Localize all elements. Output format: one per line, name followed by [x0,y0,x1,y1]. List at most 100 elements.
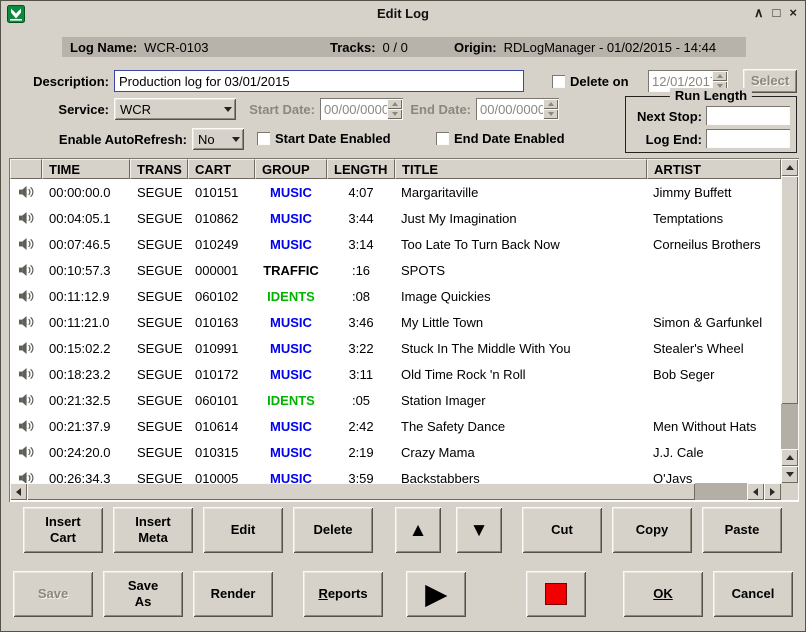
delete-on-checkbox[interactable] [552,75,565,88]
scroll-up-bottom-icon[interactable] [781,449,798,466]
cell-trans: SEGUE [130,393,188,408]
column-header-artist[interactable]: ARTIST [647,159,781,179]
shade-icon[interactable]: ∧ [754,5,764,21]
cell-artist: Corneilus Brothers [647,237,781,252]
table-row[interactable]: 00:21:37.9 SEGUE 010614 MUSIC 2:42 The S… [10,413,781,439]
start-date-label: Start Date: [241,102,315,117]
description-label: Description: [9,74,109,89]
cell-length: 3:11 [327,367,395,382]
speaker-icon [10,237,42,251]
paste-button[interactable]: Paste [702,507,782,553]
log-name-group: Log Name:WCR-0103 [70,40,208,55]
column-header-cart[interactable]: CART [188,159,255,179]
column-header-time[interactable]: TIME [42,159,130,179]
log-table-body[interactable]: 00:00:00.0 SEGUE 010151 MUSIC 4:07 Marga… [10,179,781,483]
cell-time: 00:21:32.5 [42,393,130,408]
reports-button[interactable]: Reports [303,571,383,617]
cancel-button[interactable]: Cancel [713,571,793,617]
autorefresh-select[interactable]: No [192,128,244,150]
play-button[interactable]: ▶ [406,571,466,617]
description-input[interactable] [114,70,524,92]
origin-value: RDLogManager - 01/02/2015 - 14:44 [504,40,716,55]
cell-length: 4:07 [327,185,395,200]
ok-button[interactable]: OK [623,571,703,617]
scroll-right-icon[interactable] [764,483,781,500]
scroll-left-icon[interactable] [10,483,27,500]
scroll-up-icon[interactable] [781,159,798,176]
start-date-spinner [387,99,402,119]
scroll-left-end-icon[interactable] [747,483,764,500]
column-header-icon[interactable] [10,159,42,179]
cut-button[interactable]: Cut [522,507,602,553]
end-date-enabled-checkbox[interactable] [436,132,449,145]
cell-title: Too Late To Turn Back Now [395,237,647,252]
delete-on-label: Delete on [570,74,629,89]
cell-group: MUSIC [255,341,327,356]
table-row[interactable]: 00:15:02.2 SEGUE 010991 MUSIC 3:22 Stuck… [10,335,781,361]
move-down-button[interactable]: ▼ [456,507,502,553]
start-date-enabled-checkbox[interactable] [257,132,270,145]
table-row[interactable]: 00:04:05.1 SEGUE 010862 MUSIC 3:44 Just … [10,205,781,231]
cell-group: MUSIC [255,185,327,200]
cell-time: 00:00:00.0 [42,185,130,200]
table-row[interactable]: 00:10:57.3 SEGUE 000001 TRAFFIC :16 SPOT… [10,257,781,283]
column-header-trans[interactable]: TRANS [130,159,188,179]
table-row[interactable]: 00:21:32.5 SEGUE 060101 IDENTS :05 Stati… [10,387,781,413]
cell-time: 00:10:57.3 [42,263,130,278]
edit-button[interactable]: Edit [203,507,283,553]
column-header-group[interactable]: GROUP [255,159,327,179]
tracks-group: Tracks:0 / 0 [330,40,408,55]
insert-cart-button[interactable]: Insert Cart [23,507,103,553]
column-header-length[interactable]: LENGTH [327,159,395,179]
end-date-enabled-label: End Date Enabled [454,131,565,146]
cell-time: 00:24:20.0 [42,445,130,460]
cell-time: 00:04:05.1 [42,211,130,226]
table-row[interactable]: 00:07:46.5 SEGUE 010249 MUSIC 3:14 Too L… [10,231,781,257]
log-end-field[interactable] [706,129,790,148]
horizontal-scrollbar[interactable] [10,483,781,500]
next-stop-field[interactable] [706,106,790,125]
cell-length: 3:44 [327,211,395,226]
cell-group: IDENTS [255,393,327,408]
tracks-value: 0 / 0 [383,40,408,55]
cell-length: 3:59 [327,471,395,484]
chevron-down-icon [220,107,236,112]
vertical-scrollbar[interactable] [781,159,798,483]
window-title: Edit Log [1,6,805,21]
scroll-down-icon[interactable] [781,466,798,483]
reports-rest: eports [328,586,368,601]
close-icon[interactable]: × [789,5,797,21]
insert-meta-button[interactable]: Insert Meta [113,507,193,553]
maximize-icon[interactable]: □ [773,5,781,21]
copy-button[interactable]: Copy [612,507,692,553]
vertical-scroll-thumb[interactable] [781,176,798,404]
cell-length: 3:14 [327,237,395,252]
titlebar[interactable]: Edit Log ∧ □ × [1,1,805,27]
table-row[interactable]: 00:18:23.2 SEGUE 010172 MUSIC 3:11 Old T… [10,361,781,387]
move-up-button[interactable]: ▲ [395,507,441,553]
origin-label: Origin: [454,40,497,55]
speaker-icon [10,393,42,407]
horizontal-scroll-thumb[interactable] [27,483,695,500]
save-as-button[interactable]: Save As [103,571,183,617]
cell-cart: 010991 [188,341,255,356]
cell-group: IDENTS [255,289,327,304]
delete-button[interactable]: Delete [293,507,373,553]
table-row[interactable]: 00:26:34.3 SEGUE 010005 MUSIC 3:59 Backs… [10,465,781,483]
column-header-title[interactable]: TITLE [395,159,647,179]
table-row[interactable]: 00:00:00.0 SEGUE 010151 MUSIC 4:07 Marga… [10,179,781,205]
render-button[interactable]: Render [193,571,273,617]
cell-title: My Little Town [395,315,647,330]
cell-time: 00:11:21.0 [42,315,130,330]
cell-length: :08 [327,289,395,304]
service-select[interactable]: WCR [114,98,236,120]
spin-up-icon [712,71,727,81]
cell-cart: 060102 [188,289,255,304]
table-row[interactable]: 00:11:21.0 SEGUE 010163 MUSIC 3:46 My Li… [10,309,781,335]
table-row[interactable]: 00:11:12.9 SEGUE 060102 IDENTS :08 Image… [10,283,781,309]
cell-title: Station Imager [395,393,647,408]
cell-trans: SEGUE [130,237,188,252]
cell-length: 3:46 [327,315,395,330]
table-row[interactable]: 00:24:20.0 SEGUE 010315 MUSIC 2:19 Crazy… [10,439,781,465]
stop-button[interactable] [526,571,586,617]
